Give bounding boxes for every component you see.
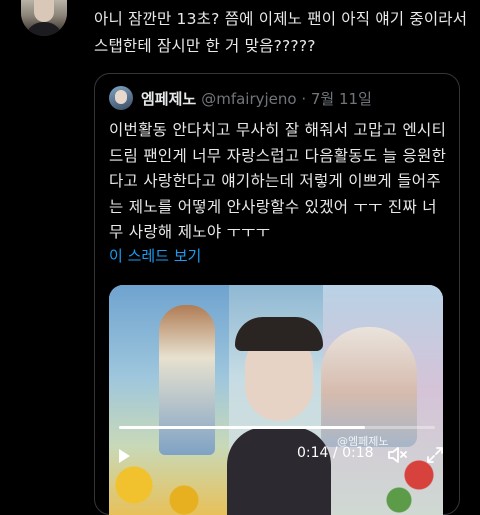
video-controls: 0:14 / 0:18 <box>109 445 443 475</box>
quoted-author-avatar <box>109 86 133 110</box>
quoted-tweet-text: 이번활동 안다치고 무사히 잘 해줘서 고맙고 엔시티드림 팬인게 너무 자랑스… <box>109 121 447 241</box>
video-time: 0:14 / 0:18 <box>297 445 374 461</box>
volume-icon[interactable] <box>387 445 409 465</box>
video-duration: 0:18 <box>342 445 374 461</box>
quoted-author-handle-date: @mfairyjeno · 7월 11일 <box>201 89 372 108</box>
author-avatar[interactable] <box>21 0 67 36</box>
video-progress-bar[interactable] <box>119 426 435 429</box>
video-time-separator: / <box>332 445 338 461</box>
video-player[interactable]: @엠페제노 0:14 / 0:18 <box>109 285 443 515</box>
poster-figure-right <box>321 327 417 447</box>
quoted-author-name: 엠페제노 <box>141 89 197 108</box>
tweet-text: 아니 잠깐만 13초? 쯤에 이제노 팬이 아직 얘기 중이라서 스탭한테 잠시… <box>94 10 468 55</box>
video-progress-fill <box>119 426 366 429</box>
show-thread-link[interactable]: 이 스레드 보기 <box>109 245 201 266</box>
fullscreen-icon[interactable] <box>425 445 443 465</box>
poster-figure-left <box>159 305 215 455</box>
quoted-tweet-header: 엠페제노 @mfairyjeno · 7월 11일 <box>109 86 372 110</box>
play-icon[interactable] <box>119 449 130 463</box>
video-current-time: 0:14 <box>297 445 329 461</box>
quoted-tweet[interactable]: 엠페제노 @mfairyjeno · 7월 11일 이번활동 안다치고 무사히 … <box>94 73 460 515</box>
